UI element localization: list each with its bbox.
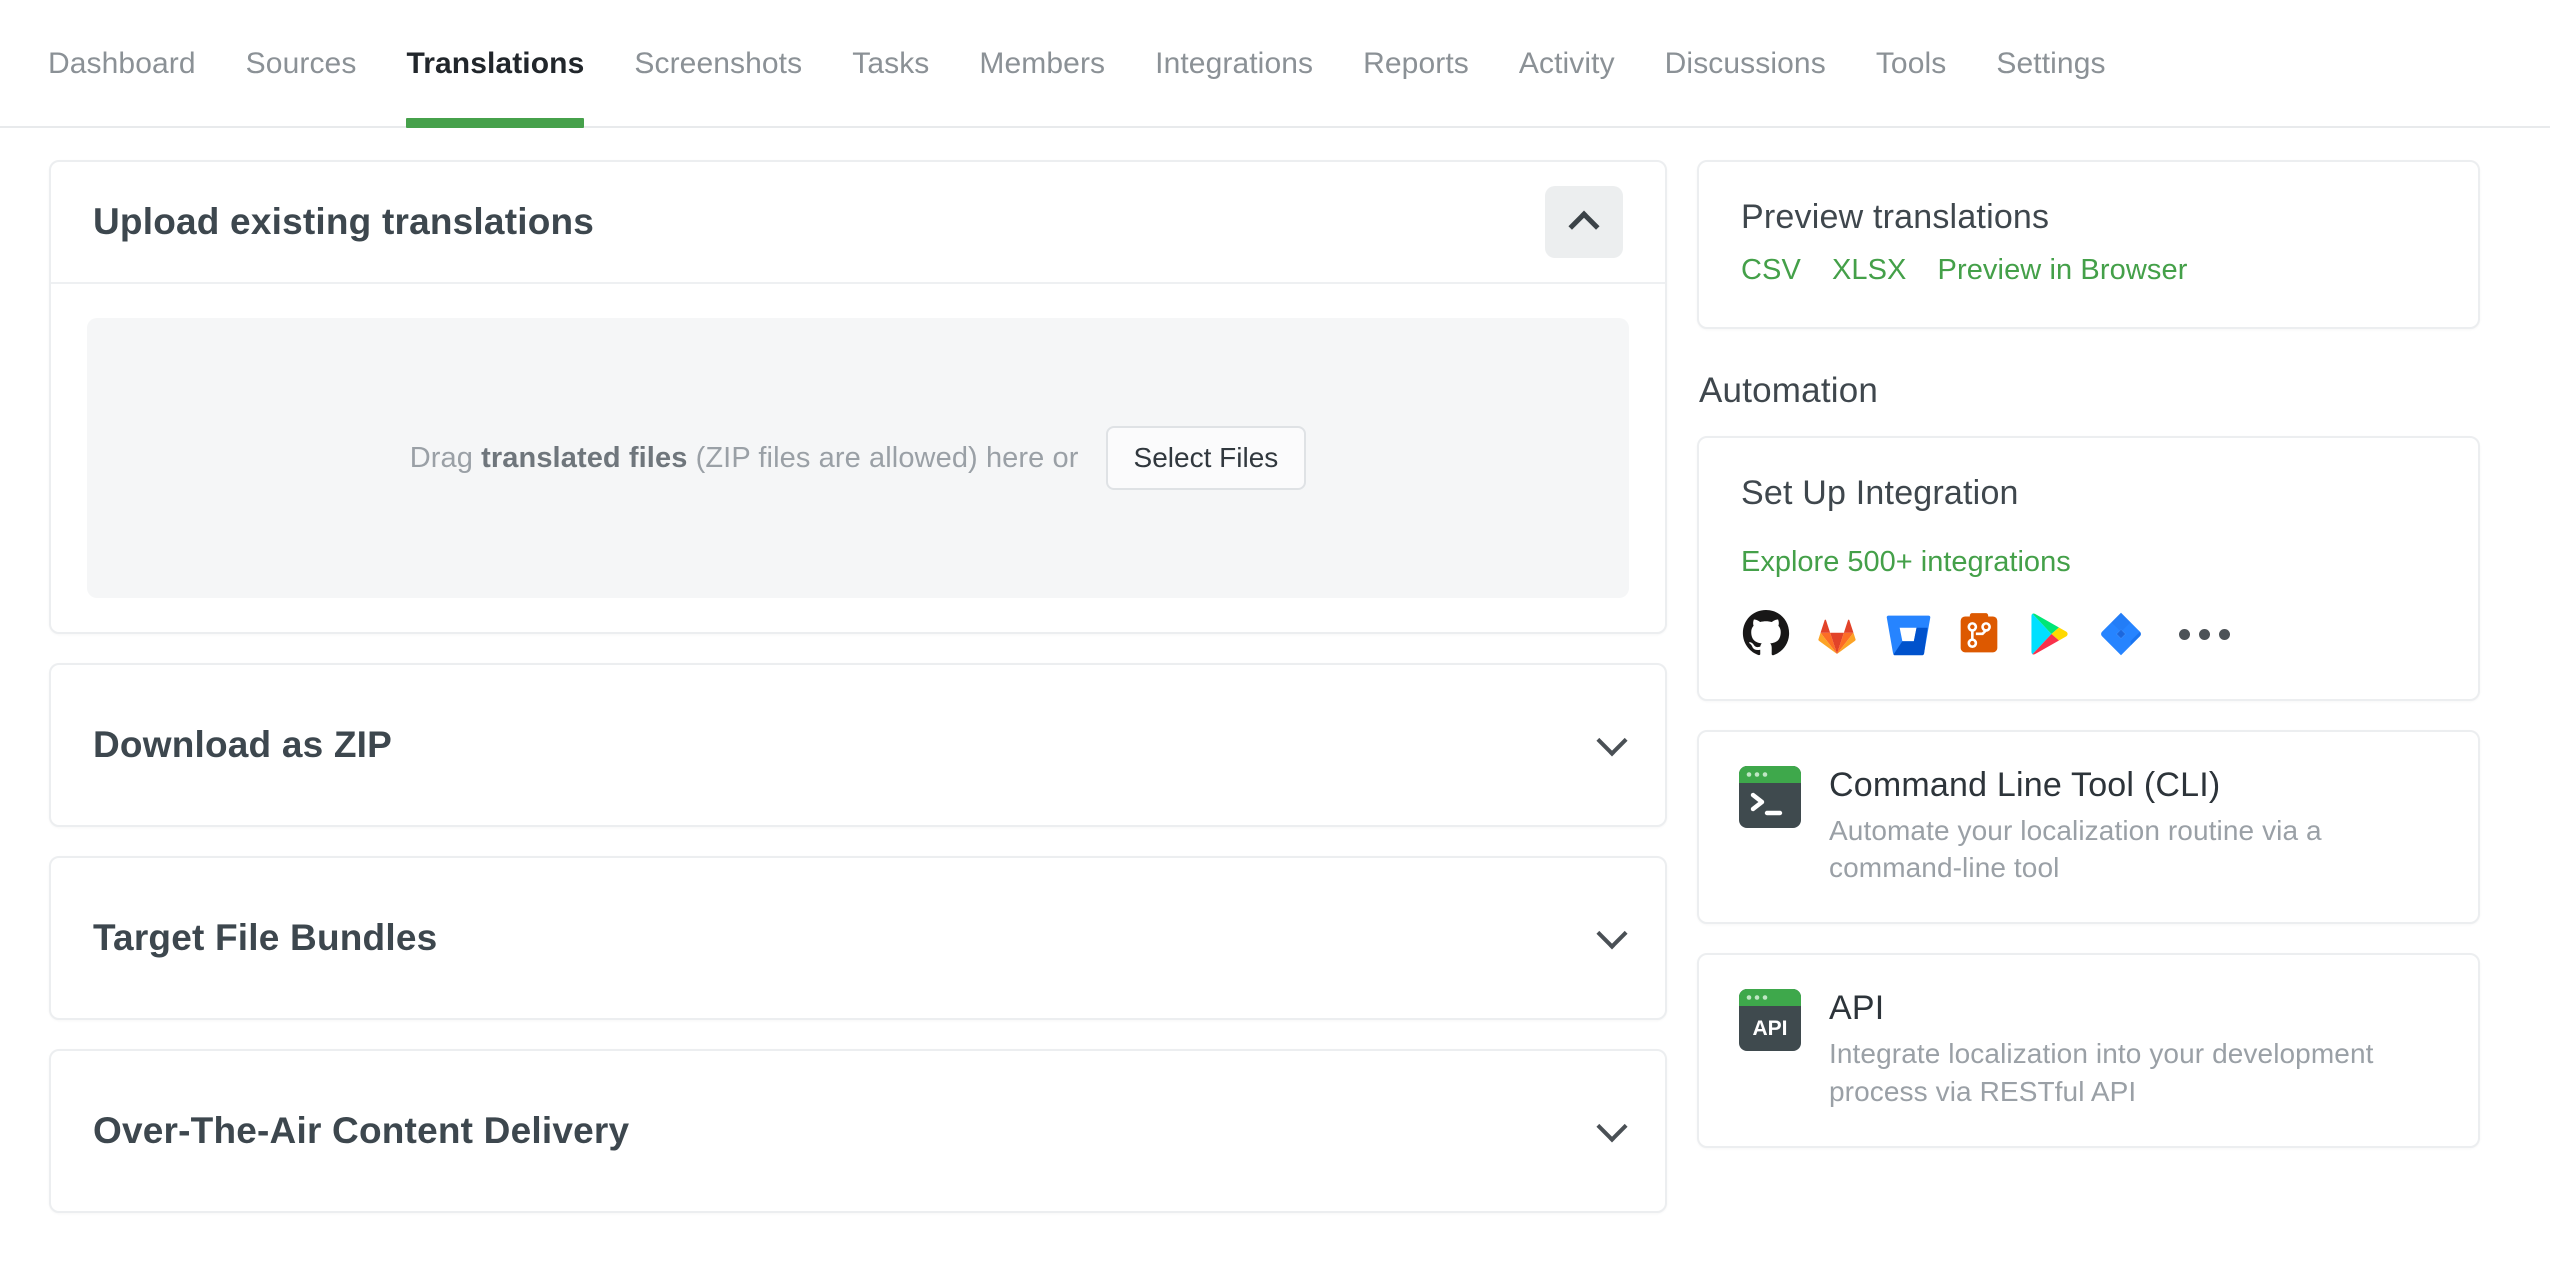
nav-tab-reports[interactable]: Reports bbox=[1338, 0, 1494, 128]
preview-link-csv[interactable]: CSV bbox=[1741, 254, 1801, 287]
accordion-list: Download as ZIP Target File Bundles Over-T… bbox=[49, 663, 1667, 1213]
integration-icons-row bbox=[1741, 609, 2436, 659]
preview-translations-card: Preview translations CSV XLSX Preview in B… bbox=[1697, 160, 2480, 329]
api-title: API bbox=[1829, 989, 1885, 1028]
nav-tab-tasks[interactable]: Tasks bbox=[827, 0, 954, 128]
upload-panel-collapse-button[interactable] bbox=[1545, 186, 1623, 258]
ellipsis-dot bbox=[2199, 628, 2210, 640]
page-content: Upload existing translations Drag transl… bbox=[0, 128, 2550, 1213]
main-navigation: Dashboard Sources Translations Screenshots T… bbox=[0, 0, 2550, 128]
main-column: Upload existing translations Drag transl… bbox=[49, 160, 1667, 1213]
dropzone-row: Drag translated files (ZIP files are all… bbox=[410, 426, 1307, 490]
upload-panel-title: Upload existing translations bbox=[93, 201, 595, 242]
preview-link-preview-in-browser[interactable]: Preview in Browser bbox=[1938, 254, 2188, 287]
nav-tab-tools[interactable]: Tools bbox=[1851, 0, 1972, 128]
select-files-button[interactable]: Select Files bbox=[1105, 426, 1307, 490]
nav-tab-translations[interactable]: Translations bbox=[381, 0, 609, 128]
nav-tab-discussions[interactable]: Discussions bbox=[1640, 0, 1851, 128]
chevron-down-icon[interactable] bbox=[1596, 1111, 1628, 1143]
nav-tab-settings[interactable]: Settings bbox=[1971, 0, 2130, 128]
cli-tool-description: Automate your localization routine via a… bbox=[1829, 815, 2322, 884]
set-up-integration-card: Set Up Integration Explore 500+ integrat… bbox=[1697, 436, 2480, 701]
more-ellipsis-icon[interactable] bbox=[2179, 628, 2230, 640]
svg-text:API: API bbox=[1752, 1017, 1787, 1040]
accordion-download-as-zip[interactable]: Download as ZIP bbox=[49, 663, 1667, 827]
ellipsis-dot bbox=[2179, 628, 2190, 640]
bitbucket-icon[interactable] bbox=[1883, 609, 1933, 659]
accordion-over-the-air-content-delivery[interactable]: Over-The-Air Content Delivery bbox=[49, 1049, 1667, 1213]
accordion-target-file-bundles[interactable]: Target File Bundles bbox=[49, 856, 1667, 1020]
sidebar-column: Preview translations CSV XLSX Preview in B… bbox=[1697, 160, 2480, 1148]
nav-tab-integrations[interactable]: Integrations bbox=[1130, 0, 1338, 128]
google-play-icon[interactable] bbox=[2025, 609, 2075, 659]
dropzone-wrapper: Drag translated files (ZIP files are all… bbox=[51, 284, 1665, 632]
nav-tab-dashboard[interactable]: Dashboard bbox=[48, 0, 221, 128]
azure-devops-icon[interactable] bbox=[1954, 609, 2004, 659]
file-dropzone[interactable]: Drag translated files (ZIP files are all… bbox=[87, 318, 1629, 598]
jira-icon[interactable] bbox=[2096, 609, 2146, 659]
api-description: Integrate localization into your develop… bbox=[1829, 1038, 2374, 1107]
cli-tool-title: Command Line Tool (CLI) bbox=[1829, 766, 2221, 804]
upload-translations-panel: Upload existing translations Drag transl… bbox=[49, 160, 1667, 634]
chevron-down-icon[interactable] bbox=[1596, 918, 1628, 950]
dropzone-text-before: Drag bbox=[409, 441, 482, 474]
accordion-title: Over-The-Air Content Delivery bbox=[93, 1110, 630, 1151]
nav-tab-screenshots[interactable]: Screenshots bbox=[609, 0, 827, 128]
preview-link-xlsx[interactable]: XLSX bbox=[1832, 254, 1907, 287]
cli-tool-card[interactable]: Command Line Tool (CLI) Automate your lo… bbox=[1697, 730, 2480, 925]
nav-tab-list: Dashboard Sources Translations Screenshots T… bbox=[48, 0, 2131, 128]
api-text: API Integrate localization into your dev… bbox=[1829, 989, 2429, 1109]
automation-heading: Automation bbox=[1699, 371, 1879, 410]
dropzone-instructions: Drag translated files (ZIP files are all… bbox=[410, 442, 1079, 475]
terminal-window-icon bbox=[1739, 766, 1801, 828]
accordion-header[interactable]: Over-The-Air Content Delivery bbox=[51, 1051, 1665, 1211]
ellipsis-dot bbox=[2219, 628, 2230, 640]
accordion-header[interactable]: Download as ZIP bbox=[51, 665, 1665, 825]
nav-tab-activity[interactable]: Activity bbox=[1494, 0, 1640, 128]
dropzone-text-strong: translated files bbox=[481, 441, 688, 474]
api-window-icon: API bbox=[1739, 989, 1801, 1052]
github-icon[interactable] bbox=[1741, 609, 1791, 659]
accordion-title: Download as ZIP bbox=[93, 724, 393, 765]
cli-tool-text: Command Line Tool (CLI) Automate your lo… bbox=[1829, 766, 2429, 886]
api-card[interactable]: API API Integrate localization into your… bbox=[1697, 953, 2480, 1148]
chevron-down-icon[interactable] bbox=[1596, 725, 1628, 757]
accordion-title: Target File Bundles bbox=[93, 917, 438, 958]
upload-panel-header[interactable]: Upload existing translations bbox=[51, 162, 1665, 284]
nav-tab-sources[interactable]: Sources bbox=[221, 0, 382, 128]
preview-links-row: CSV XLSX Preview in Browser bbox=[1741, 254, 2436, 287]
explore-integrations-link[interactable]: Explore 500+ integrations bbox=[1741, 546, 2071, 579]
accordion-header[interactable]: Target File Bundles bbox=[51, 858, 1665, 1018]
nav-tab-members[interactable]: Members bbox=[954, 0, 1130, 128]
set-up-integration-title: Set Up Integration bbox=[1741, 474, 2019, 512]
chevron-up-icon bbox=[1568, 210, 1600, 242]
dropzone-text-after: (ZIP files are allowed) here or bbox=[687, 441, 1079, 474]
preview-translations-title: Preview translations bbox=[1741, 198, 2050, 236]
gitlab-icon[interactable] bbox=[1812, 609, 1862, 659]
